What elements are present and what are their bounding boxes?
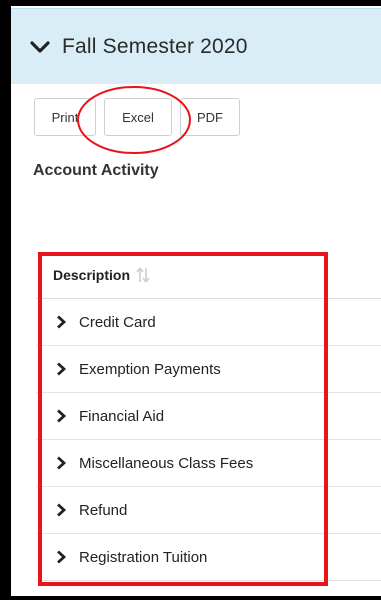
chevron-down-icon [30, 40, 50, 53]
pdf-button[interactable]: PDF [180, 98, 240, 136]
excel-button[interactable]: Excel [104, 98, 172, 136]
chevron-right-icon [57, 550, 67, 564]
row-label: Credit Card [79, 313, 156, 331]
table-row[interactable]: Exemption Payments [36, 346, 381, 393]
row-label: Refund [79, 501, 128, 519]
column-header-label: Description [53, 267, 131, 283]
semester-panel-header[interactable]: Fall Semester 2020 [11, 8, 381, 84]
sort-icon[interactable] [136, 267, 150, 283]
chevron-right-icon [57, 362, 67, 376]
description-column-header[interactable]: Description [36, 252, 381, 299]
table-row[interactable]: Registration Tuition [36, 534, 381, 581]
screenshot-frame-left [0, 0, 11, 600]
screenshot-frame-top [0, 0, 381, 6]
table-row[interactable]: Miscellaneous Class Fees [36, 440, 381, 487]
row-label: Financial Aid [79, 407, 165, 425]
chevron-right-icon [57, 315, 67, 329]
table-row[interactable]: Credit Card [36, 299, 381, 346]
account-activity-table: Description Credit Card Exemption Paymen… [36, 252, 381, 581]
chevron-right-icon [57, 409, 67, 423]
semester-title: Fall Semester 2020 [62, 34, 248, 58]
screenshot-frame-bottom [0, 596, 381, 600]
table-row[interactable]: Financial Aid [36, 393, 381, 440]
print-button[interactable]: Print [34, 98, 96, 136]
account-activity-title: Account Activity [33, 162, 159, 179]
chevron-right-icon [57, 456, 67, 470]
table-row[interactable]: Refund [36, 487, 381, 534]
row-label: Registration Tuition [79, 548, 208, 566]
row-label: Miscellaneous Class Fees [79, 454, 254, 472]
chevron-right-icon [57, 503, 67, 517]
row-label: Exemption Payments [79, 360, 221, 378]
